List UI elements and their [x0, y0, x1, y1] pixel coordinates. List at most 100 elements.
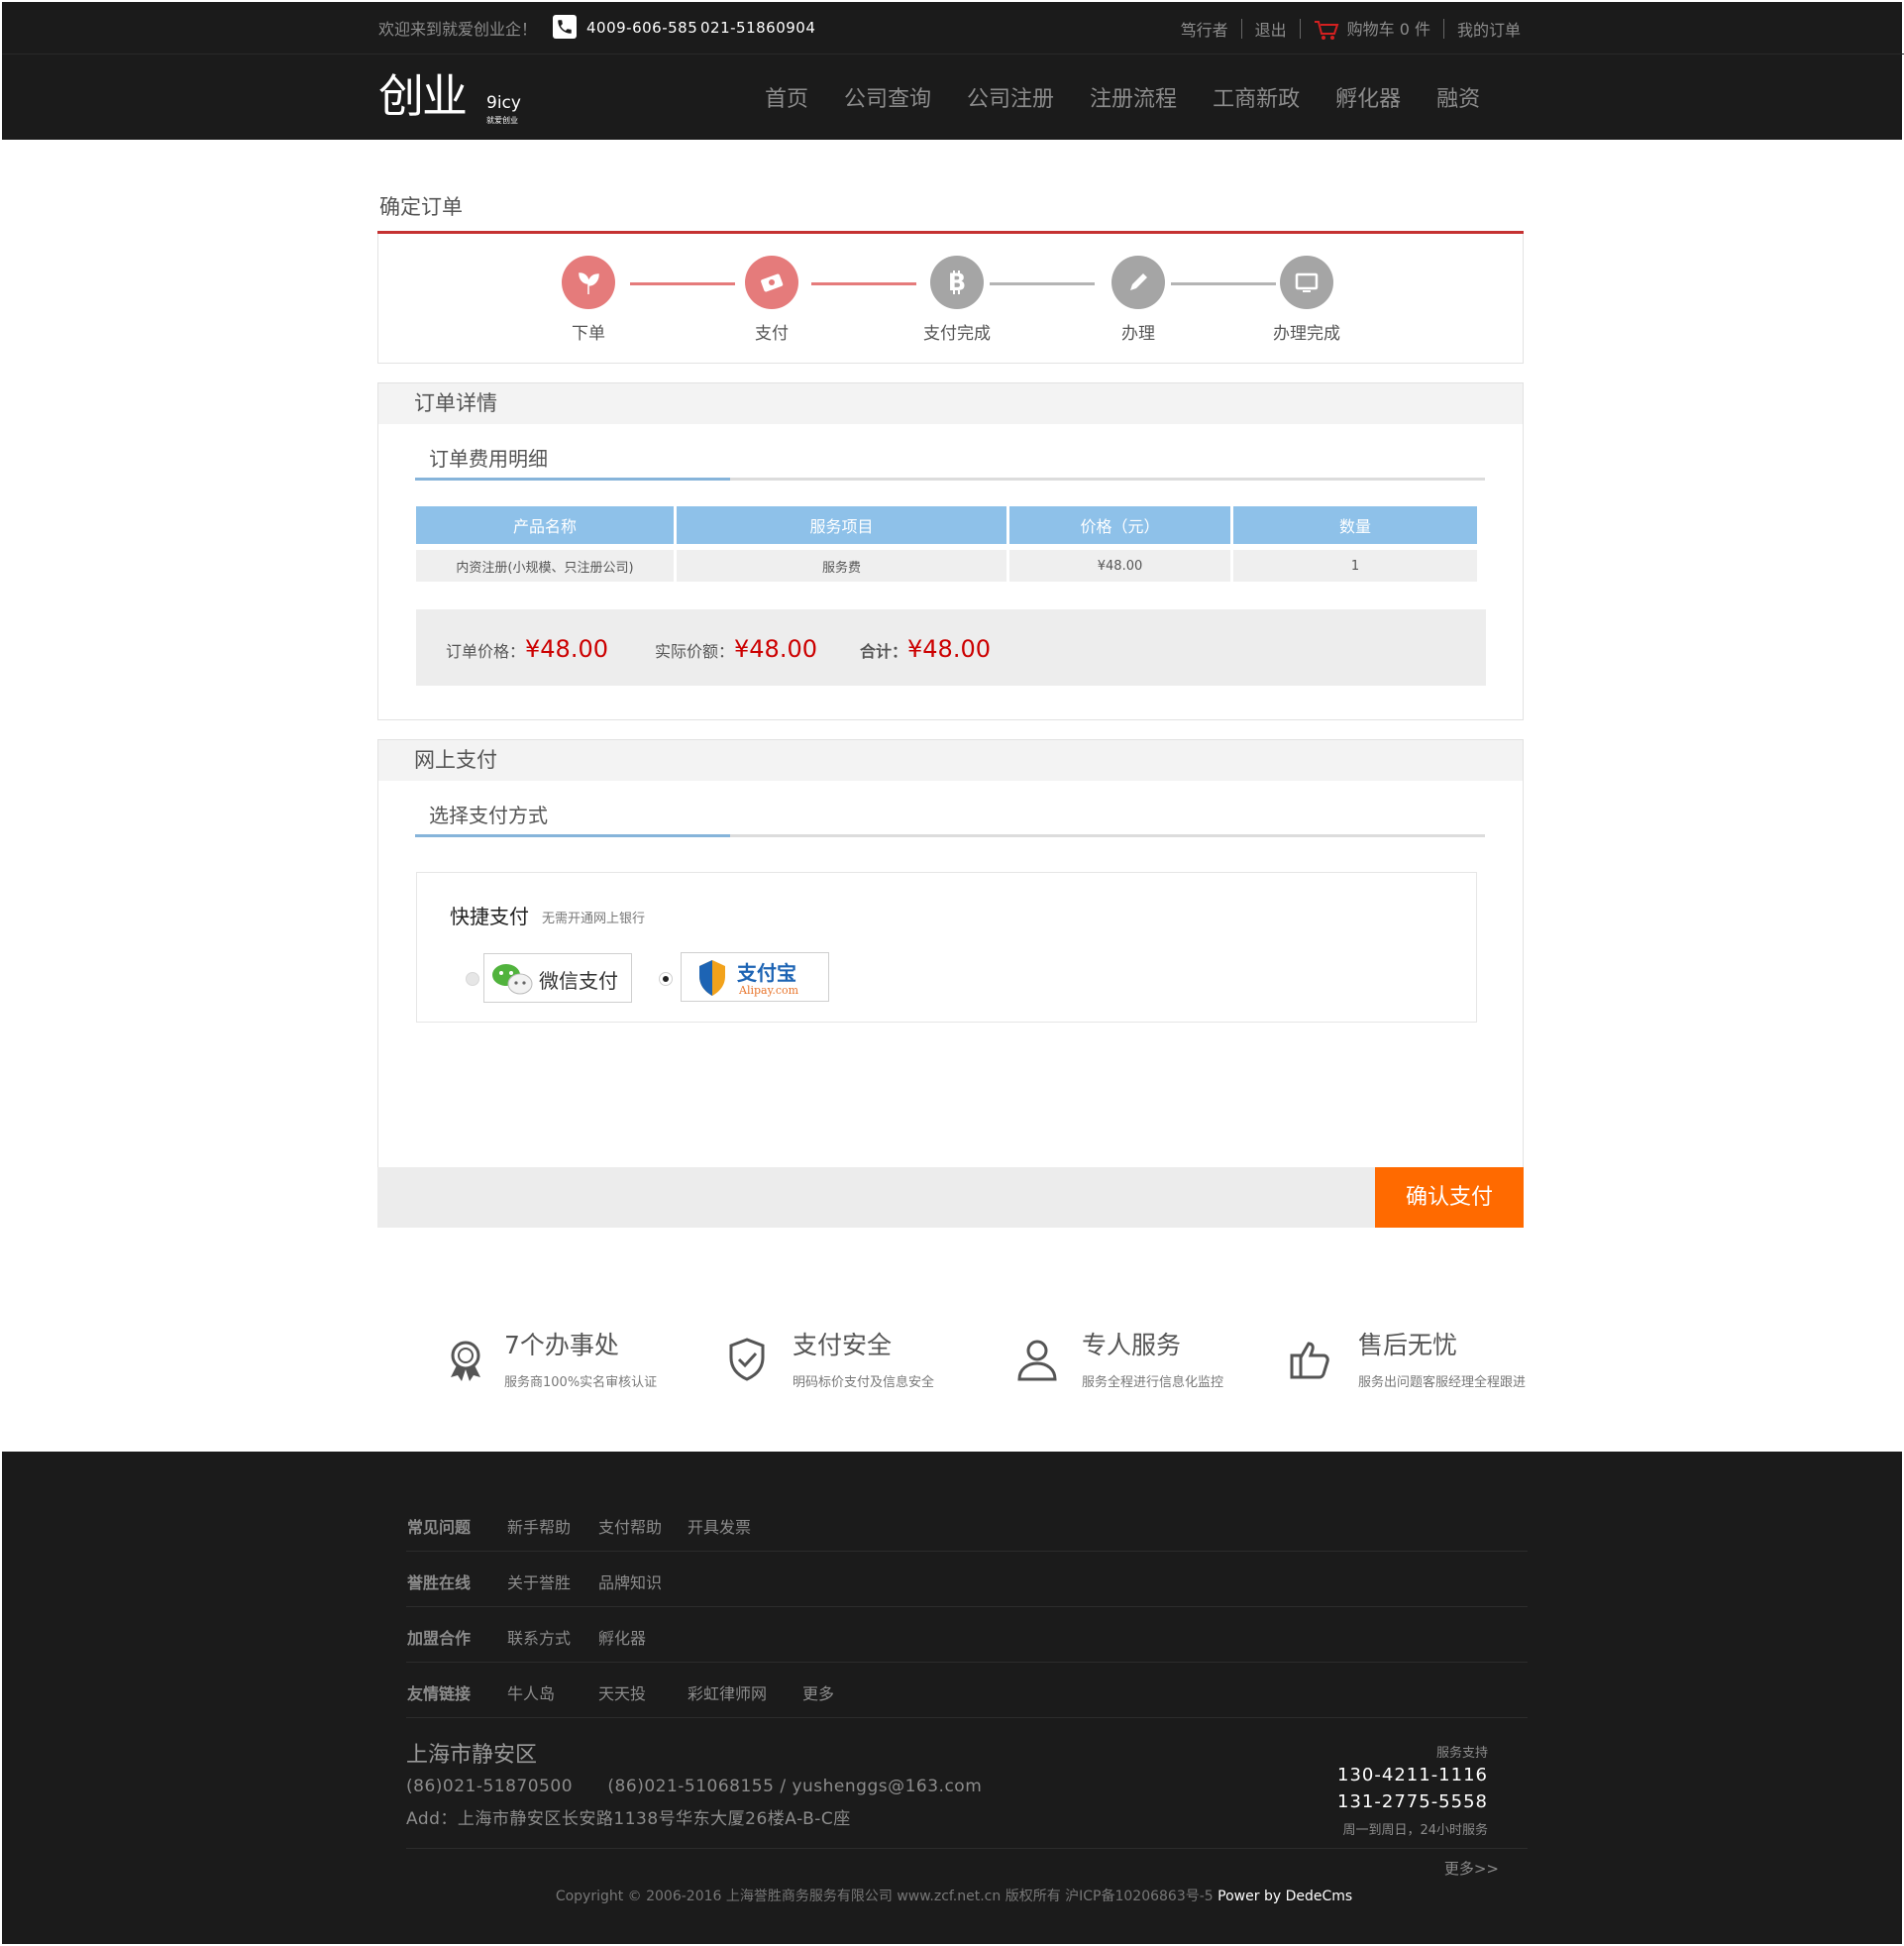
footer-row-about: 誉胜在线 关于誉胜 品牌知识	[406, 1552, 1528, 1607]
order-price-value: ¥48.00	[525, 635, 608, 663]
actual-price-value: ¥48.00	[734, 635, 817, 663]
wechat-pay-option[interactable]: 微信支付	[483, 953, 632, 1003]
step-label: 办理	[1121, 324, 1155, 344]
feature-title: 7个办事处	[504, 1331, 619, 1359]
col-service: 服务项目	[677, 506, 1006, 544]
nav-register-process[interactable]: 注册流程	[1090, 81, 1177, 113]
active-tab-indicator	[415, 478, 730, 481]
alipay-label: 支付宝	[737, 961, 796, 985]
footer-link[interactable]: 新手帮助	[507, 1514, 571, 1538]
wechat-icon	[492, 964, 533, 995]
col-quantity: 数量	[1233, 506, 1477, 544]
fee-detail-tab-underline	[415, 478, 1485, 481]
shield-icon	[699, 960, 725, 996]
footer-link[interactable]: 关于誉胜	[507, 1569, 571, 1593]
powered-by: Power by DedeCms	[1217, 1889, 1353, 1904]
feature-title: 专人服务	[1082, 1331, 1182, 1359]
confirm-bar: 确认支付	[377, 1167, 1524, 1228]
order-price: 订单价格：¥48.00	[446, 635, 608, 663]
cart-link[interactable]: 购物车 0 件	[1314, 16, 1430, 42]
site-logo[interactable]: 创业 9icy 就爱创业	[378, 67, 527, 127]
leaf-icon	[562, 256, 615, 309]
feature-title: 售后无忧	[1358, 1331, 1458, 1359]
service-hours: 周一到周日，24小时服务	[1342, 1823, 1488, 1838]
wechat-pay-radio[interactable]	[466, 972, 479, 986]
footer-contact: (86)021-51870500 (86)021-51068155 / yush…	[406, 1777, 983, 1796]
logo-tagline: 就爱创业	[486, 116, 518, 125]
footer-link[interactable]: 联系方式	[507, 1625, 571, 1649]
nav-financing[interactable]: 融资	[1436, 81, 1480, 113]
nav-company-register[interactable]: 公司注册	[967, 81, 1054, 113]
footer-link[interactable]: 彩虹律师网	[688, 1680, 767, 1704]
divider	[1299, 18, 1301, 39]
confirm-payment-button[interactable]: 确认支付	[1375, 1167, 1524, 1228]
username-link[interactable]: 笃行者	[1181, 17, 1228, 41]
nav-policy[interactable]: 工商新政	[1213, 81, 1300, 113]
quick-pay-title: 快捷支付	[450, 905, 529, 928]
table-header-row: 产品名称 服务项目 价格（元） 数量	[416, 506, 1477, 544]
top-links: 笃行者 退出 购物车 0 件 我的订单	[1181, 16, 1521, 42]
alipay-domain: Alipay.com	[739, 984, 799, 997]
col-price: 价格（元）	[1009, 506, 1230, 544]
my-orders-link[interactable]: 我的订单	[1457, 17, 1521, 41]
service-tel-2: 131-2775-5558	[1337, 1791, 1488, 1812]
footer-row-heading: 友情链接	[407, 1684, 472, 1703]
phone-icon	[553, 15, 577, 39]
online-payment-panel: 网上支付 选择支付方式 快捷支付 无需开通网上银行 微信支付 支付宝 Alipa…	[377, 739, 1524, 1168]
order-detail-title: 订单详情	[378, 383, 1523, 424]
logo-wordmark: 9icy	[486, 93, 521, 113]
logo-mark: 创业	[378, 69, 468, 123]
price-summary: 订单价格：¥48.00 实际价额：¥48.00 合计：¥48.00	[416, 609, 1486, 686]
step-pay: 支付	[712, 256, 831, 344]
footer-link[interactable]: 开具发票	[688, 1514, 751, 1538]
actual-price-label: 实际价额：	[655, 642, 735, 661]
cell-product: 内资注册(小规模、只注册公司)	[416, 544, 674, 582]
user-icon	[1017, 1340, 1057, 1381]
feature-subtitle: 服务出问题客服经理全程跟进	[1358, 1375, 1527, 1390]
footer-row-heading: 誉胜在线	[407, 1573, 472, 1592]
divider	[1240, 18, 1242, 39]
active-tab-indicator	[415, 834, 730, 837]
total-label: 合计：	[860, 642, 908, 661]
payment-method-tab[interactable]: 选择支付方式	[429, 800, 548, 828]
footer-link[interactable]: 孵化器	[598, 1625, 646, 1649]
hotline-phone: 4009-606-585	[586, 19, 698, 37]
step-label: 支付	[755, 324, 789, 344]
cell-service: 服务费	[677, 544, 1006, 582]
office-phone: 021-51860904	[700, 19, 816, 37]
footer-link[interactable]: 更多	[802, 1680, 834, 1704]
footer-link[interactable]: 品牌知识	[598, 1569, 662, 1593]
nav-incubator[interactable]: 孵化器	[1335, 81, 1401, 113]
logout-link[interactable]: 退出	[1255, 17, 1287, 41]
fee-detail-tab[interactable]: 订单费用明细	[429, 443, 548, 472]
service-tel-1: 130-4211-1116	[1337, 1765, 1488, 1785]
step-label: 办理完成	[1273, 324, 1340, 344]
cell-quantity: 1	[1233, 544, 1477, 582]
copyright: Copyright © 2006-2016 上海誉胜商务服务有限公司 www.z…	[2, 1886, 1904, 1905]
fee-table: 产品名称 服务项目 价格（元） 数量 内资注册(小规模、只注册公司) 服务费 ¥…	[413, 506, 1480, 582]
alipay-radio[interactable]	[659, 972, 673, 986]
footer-row-partner: 加盟合作 联系方式 孵化器	[406, 1607, 1528, 1663]
service-support-label: 服务支持	[1435, 1746, 1488, 1761]
copyright-text: Copyright © 2006-2016 上海誉胜商务服务有限公司 www.z…	[555, 1889, 1214, 1904]
footer-link[interactable]: 天天投	[598, 1680, 646, 1704]
page-title: 确定订单	[379, 195, 463, 219]
footer-more-link[interactable]: 更多>>	[1444, 1858, 1499, 1879]
cell-price: ¥48.00	[1009, 544, 1230, 582]
footer-link[interactable]: 支付帮助	[598, 1514, 662, 1538]
nav-company-search[interactable]: 公司查询	[844, 81, 931, 113]
feature-subtitle: 服务商100%实名审核认证	[504, 1375, 658, 1390]
quick-pay-box: 快捷支付 无需开通网上银行 微信支付 支付宝 Alipay.com	[416, 872, 1477, 1023]
footer-link[interactable]: 牛人岛	[507, 1680, 555, 1704]
monitor-icon	[1280, 256, 1333, 309]
bitcoin-icon: B	[930, 256, 984, 309]
step-process: 办理	[1079, 256, 1198, 344]
payment-method-tab-underline	[415, 834, 1485, 837]
order-detail-panel: 订单详情 订单费用明细 产品名称 服务项目 价格（元） 数量 内资注册(小规模、…	[377, 382, 1524, 720]
nav-home[interactable]: 首页	[765, 81, 808, 113]
welcome-text: 欢迎来到就爱创业企！	[378, 20, 538, 39]
cart-icon	[1314, 20, 1339, 40]
alipay-option[interactable]: 支付宝 Alipay.com	[681, 952, 829, 1002]
order-price-label: 订单价格：	[446, 642, 526, 661]
badge-icon	[451, 1341, 480, 1381]
